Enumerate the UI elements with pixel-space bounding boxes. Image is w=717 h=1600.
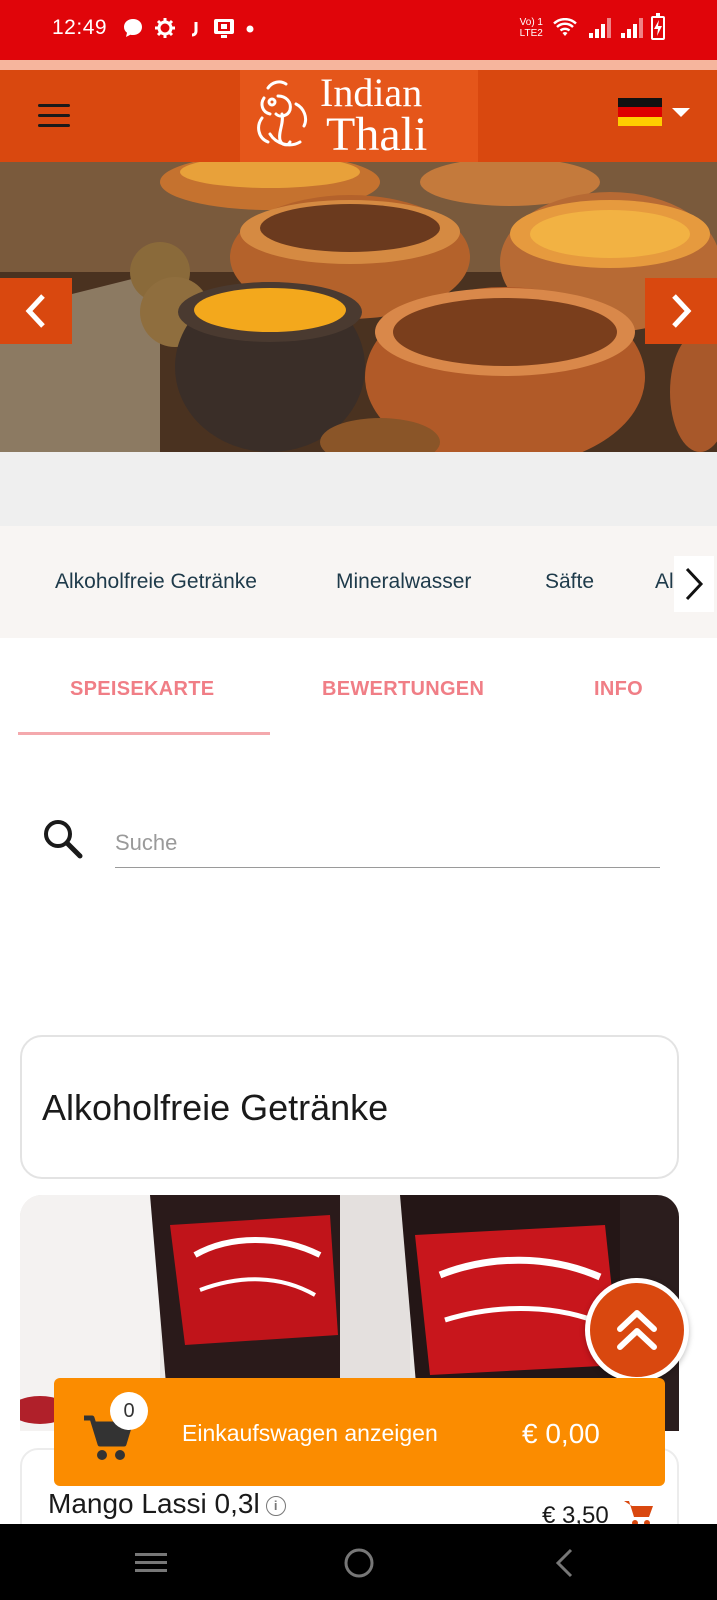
- section-spacer: [0, 452, 717, 526]
- status-system-icons: Vo) 1 LTE2: [519, 13, 665, 40]
- info-icon[interactable]: i: [265, 1495, 286, 1516]
- tab-bewertungen[interactable]: BEWERTUNGEN: [322, 678, 484, 701]
- tab-speisekarte[interactable]: SPEISEKARTE: [70, 678, 214, 701]
- message-icon: [124, 19, 142, 37]
- dot-icon: [246, 25, 254, 33]
- search-icon: [44, 820, 83, 859]
- home-button[interactable]: [334, 1538, 384, 1588]
- category-item[interactable]: Alkoholfreie Getränke: [55, 570, 257, 594]
- tab-bar: SPEISEKARTE BEWERTUNGEN INFO: [0, 648, 717, 738]
- hero-food-image: [0, 162, 717, 452]
- logo-text: Indian Thali: [320, 70, 428, 162]
- carousel-prev-button[interactable]: [0, 278, 72, 344]
- cart-label: Einkaufswagen anzeigen: [182, 1420, 438, 1446]
- app-header: Indian Thali: [0, 70, 717, 162]
- battery-charging-icon: [651, 13, 665, 40]
- language-selector[interactable]: [618, 98, 690, 126]
- cart-total: € 0,00: [522, 1418, 600, 1449]
- network-label: Vo) 1 LTE2: [519, 17, 543, 39]
- search-input[interactable]: [115, 818, 660, 868]
- header-accent-band: [0, 60, 717, 70]
- category-next-button[interactable]: [674, 556, 714, 612]
- menu-item-name: Mango Lassi 0,3l i: [48, 1488, 286, 1520]
- category-item[interactable]: Mineralwasser: [336, 570, 471, 594]
- scroll-to-top-button[interactable]: [585, 1278, 689, 1382]
- category-item[interactable]: Al: [655, 570, 674, 594]
- double-chevron-up-icon: [617, 1310, 657, 1350]
- logo-line-2: Thali: [326, 108, 428, 162]
- hero-carousel-image: [0, 162, 717, 452]
- cast-icon: [214, 19, 234, 38]
- category-scroller: Alkoholfreie Getränke Mineralwasser Säft…: [0, 526, 717, 638]
- cart-count-badge: 0: [110, 1392, 148, 1430]
- recent-apps-icon: [135, 1553, 167, 1572]
- ganesha-logo-icon: [257, 80, 308, 147]
- restaurant-logo[interactable]: Indian Thali: [240, 70, 478, 162]
- back-button[interactable]: [540, 1538, 590, 1588]
- hamburger-icon[interactable]: [34, 96, 74, 136]
- back-chevron-icon: [555, 1548, 573, 1578]
- category-item[interactable]: Säfte: [545, 570, 594, 594]
- home-circle-icon: [344, 1548, 374, 1578]
- chevron-right-icon: [685, 567, 704, 601]
- j-app-icon: [191, 22, 198, 37]
- status-notification-icons: [122, 17, 254, 39]
- signal-icon: [587, 18, 611, 38]
- view-cart-button[interactable]: 0 Einkaufswagen anzeigen € 0,00: [54, 1378, 665, 1486]
- system-navigation-bar: [0, 1524, 717, 1600]
- tab-info[interactable]: INFO: [594, 678, 643, 701]
- logo-line-1: Indian: [320, 70, 423, 116]
- chevron-right-icon: [672, 294, 692, 328]
- carousel-next-button[interactable]: [645, 278, 717, 344]
- chevron-left-icon: [25, 294, 45, 328]
- chevron-down-icon: [672, 107, 690, 117]
- germany-flag-icon: [618, 98, 662, 126]
- search-bar: [40, 812, 670, 882]
- section-title: Alkoholfreie Getränke: [42, 1087, 389, 1128]
- recent-apps-button[interactable]: [126, 1538, 176, 1588]
- active-tab-indicator: [18, 732, 270, 735]
- wifi-icon: [553, 18, 577, 36]
- status-time: 12:49: [52, 16, 108, 39]
- signal-icon: [619, 18, 643, 38]
- status-bar: 12:49 Vo) 1 LTE2: [0, 0, 717, 60]
- category-section-header: Alkoholfreie Getränke: [20, 1035, 679, 1179]
- settings-gear-icon: [155, 18, 175, 38]
